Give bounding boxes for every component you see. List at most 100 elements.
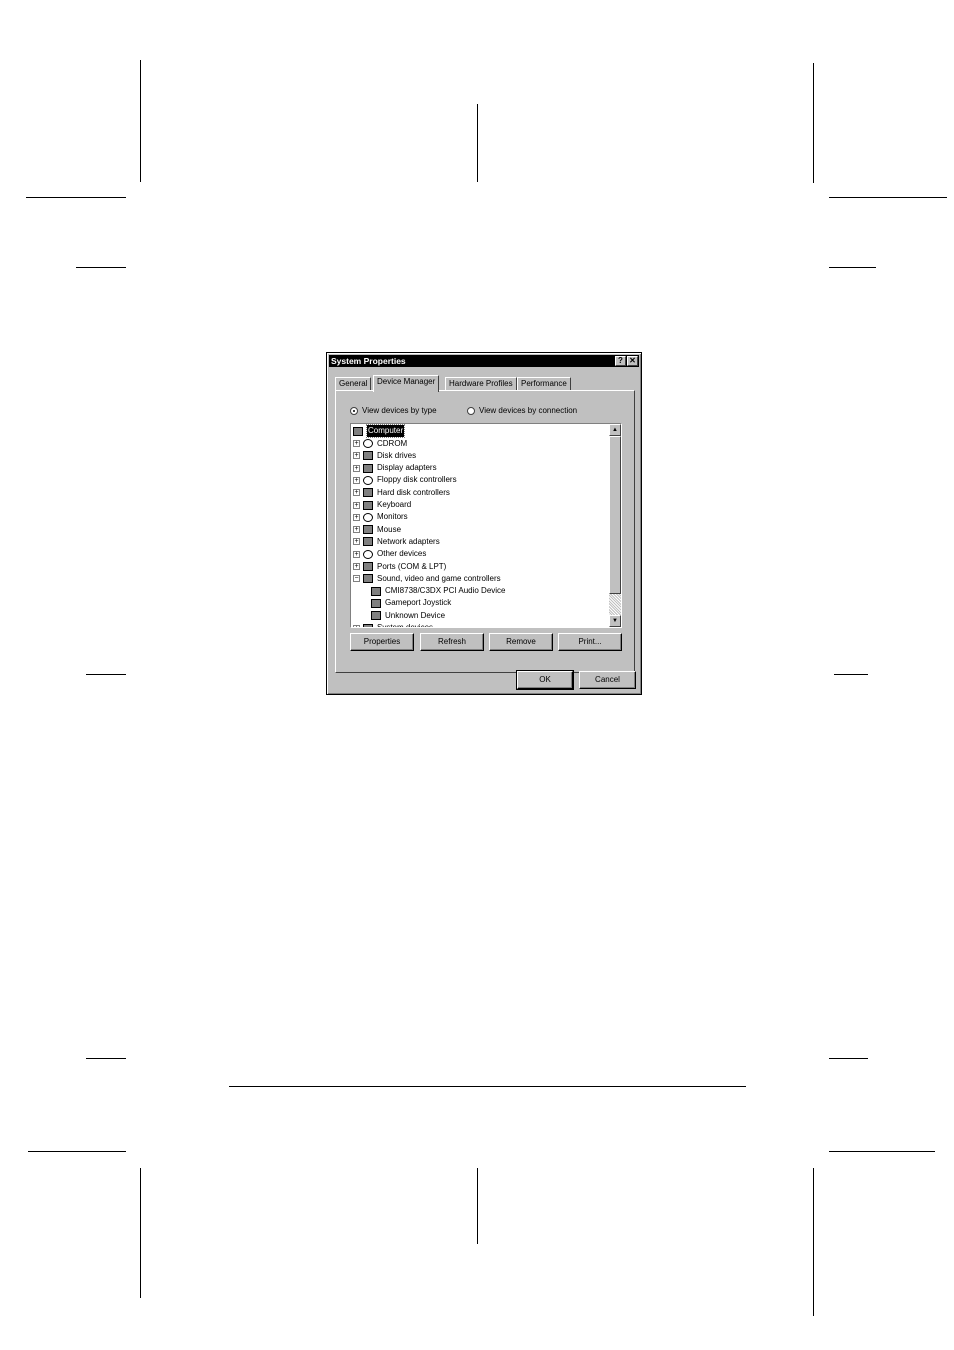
device-category-icon xyxy=(363,439,373,448)
scroll-up-icon[interactable]: ▲ xyxy=(609,424,621,436)
crop-mark xyxy=(813,1168,814,1316)
crop-mark xyxy=(829,197,947,198)
crop-mark xyxy=(140,1168,141,1298)
expand-icon[interactable]: + xyxy=(353,526,360,534)
device-icon xyxy=(371,598,381,608)
crop-mark xyxy=(834,674,868,675)
expand-icon[interactable]: + xyxy=(353,563,360,570)
view-by-type-label: View devices by type xyxy=(362,406,437,415)
device-category-icon xyxy=(363,549,373,559)
tree-item-label: System devices xyxy=(377,622,433,627)
tree-item[interactable]: + Disk drives xyxy=(353,450,416,462)
device-manager-panel: View devices by type View devices by con… xyxy=(335,390,635,673)
tree-item-label: Hard disk controllers xyxy=(377,487,450,497)
expand-icon[interactable]: + xyxy=(353,501,360,509)
title-bar[interactable]: System Properties ? ✕ xyxy=(329,355,639,367)
tab-device-manager[interactable]: Device Manager xyxy=(373,375,440,392)
properties-button[interactable]: Properties xyxy=(350,633,414,651)
tree-item-label: Display adapters xyxy=(377,463,437,473)
tree-child-label: Gameport Joystick xyxy=(385,598,452,608)
device-category-icon xyxy=(363,512,373,522)
remove-button[interactable]: Remove xyxy=(489,633,553,651)
tree-item-label: Keyboard xyxy=(377,500,412,509)
tree-item[interactable]: + Hard disk controllers xyxy=(353,487,450,499)
tree-child-label: Unknown Device xyxy=(385,610,446,620)
device-category-icon xyxy=(363,451,373,461)
expand-icon[interactable]: + xyxy=(353,464,360,472)
crop-mark xyxy=(829,1058,868,1059)
ok-button[interactable]: OK xyxy=(516,670,574,690)
tree-child-label: CMI8738/C3DX PCI Audio Device xyxy=(385,586,506,596)
device-tree[interactable]: Computer + CDROM + Disk drives + Display adap… xyxy=(350,423,622,628)
computer-icon xyxy=(353,426,363,436)
view-by-type-radio[interactable]: View devices by type xyxy=(350,406,437,415)
tree-item-label: Disk drives xyxy=(377,450,417,460)
tree-item-label: Mouse xyxy=(377,524,402,534)
tree-item[interactable]: + Floppy disk controllers xyxy=(353,474,457,486)
refresh-button[interactable]: Refresh xyxy=(420,633,484,651)
tree-item[interactable]: + Other devices xyxy=(353,548,426,560)
crop-mark xyxy=(477,1168,478,1244)
tab-hardware-profiles[interactable]: Hardware Profiles xyxy=(445,377,517,391)
tree-child-item[interactable]: Unknown Device xyxy=(371,610,445,622)
expand-icon[interactable]: + xyxy=(353,476,360,484)
crop-mark xyxy=(76,267,126,268)
device-category-icon xyxy=(363,574,373,584)
device-category-icon xyxy=(363,475,373,485)
crop-mark xyxy=(86,1058,126,1059)
tab-general[interactable]: General xyxy=(335,377,372,391)
device-category-icon xyxy=(363,537,373,547)
tree-scrollbar[interactable]: ▲ ▼ xyxy=(609,424,621,627)
crop-mark xyxy=(26,197,126,198)
crop-mark xyxy=(813,63,814,183)
expand-icon[interactable]: + xyxy=(353,489,360,497)
close-button[interactable]: ✕ xyxy=(627,356,638,366)
tree-item-label: Ports (COM & LPT) xyxy=(377,561,447,571)
tree-child-item[interactable]: CMI8738/C3DX PCI Audio Device xyxy=(371,585,506,597)
expand-icon[interactable]: + xyxy=(353,440,360,447)
collapse-icon[interactable]: − xyxy=(353,575,360,583)
system-properties-dialog: System Properties ? ✕ General Device Man… xyxy=(326,352,642,695)
tree-item[interactable]: + Mouse xyxy=(353,524,401,536)
tree-item-label: CDROM xyxy=(377,438,408,448)
crop-mark xyxy=(477,104,478,182)
tree-item[interactable]: + CDROM xyxy=(353,438,407,450)
crop-mark xyxy=(28,1151,126,1152)
tree-item[interactable]: + Keyboard xyxy=(353,499,411,511)
device-category-icon xyxy=(363,525,373,535)
device-category-icon xyxy=(363,463,373,473)
footer-rule xyxy=(229,1086,746,1087)
expand-icon[interactable]: + xyxy=(353,624,360,627)
expand-icon[interactable]: + xyxy=(353,550,360,558)
device-category-icon xyxy=(363,623,373,627)
expand-icon[interactable]: + xyxy=(353,538,360,546)
tree-item[interactable]: + Ports (COM & LPT) xyxy=(353,561,446,573)
crop-mark xyxy=(86,674,126,675)
device-category-icon xyxy=(363,488,373,498)
crop-mark xyxy=(829,267,876,268)
crop-mark xyxy=(140,60,141,182)
expand-icon[interactable]: + xyxy=(353,513,360,521)
device-category-icon xyxy=(363,562,373,571)
print-button[interactable]: Print... xyxy=(558,633,622,651)
tree-item[interactable]: + Network adapters xyxy=(353,536,440,548)
tab-performance[interactable]: Performance xyxy=(517,377,571,391)
tree-child-item[interactable]: Gameport Joystick xyxy=(371,597,451,609)
scroll-down-icon[interactable]: ▼ xyxy=(609,615,621,627)
tree-item-label: Other devices xyxy=(377,549,427,559)
cancel-button[interactable]: Cancel xyxy=(579,671,636,689)
window-title: System Properties xyxy=(331,356,406,366)
tree-item[interactable]: + System devices xyxy=(353,622,433,627)
tree-item[interactable]: + Monitors xyxy=(353,511,408,523)
tree-item[interactable]: + Display adapters xyxy=(353,462,437,474)
tree-item-label: Network adapters xyxy=(377,536,440,546)
tree-item-label: Floppy disk controllers xyxy=(377,475,457,485)
view-by-connection-radio[interactable]: View devices by connection xyxy=(467,406,577,415)
expand-icon[interactable]: + xyxy=(353,452,360,460)
view-by-connection-label: View devices by connection xyxy=(479,406,578,415)
tree-item[interactable]: − Sound, video and game controllers xyxy=(353,573,501,585)
help-button[interactable]: ? xyxy=(615,356,626,366)
tree-root[interactable]: Computer xyxy=(353,424,406,438)
radio-selected-icon xyxy=(350,406,358,415)
scroll-thumb[interactable] xyxy=(609,436,621,594)
